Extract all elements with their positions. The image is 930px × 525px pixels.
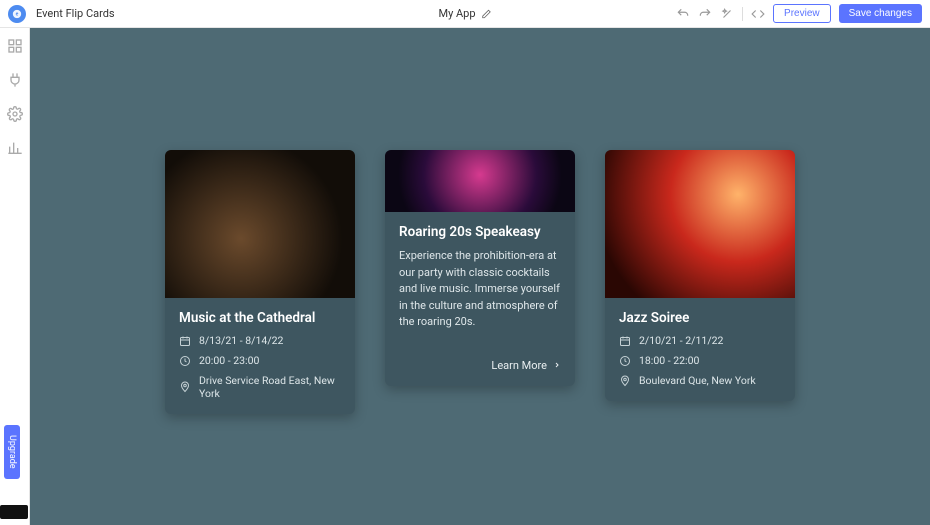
logo-icon: e (12, 9, 22, 19)
event-card[interactable]: Jazz Soiree 2/10/21 - 2/11/22 18:00 - 22… (605, 150, 795, 401)
app-name-container[interactable]: My App (438, 7, 491, 20)
card-body: Music at the Cathedral 8/13/21 - 8/14/22… (165, 298, 355, 414)
code-icon[interactable] (751, 7, 765, 21)
undo-icon[interactable] (676, 7, 690, 21)
card-title: Music at the Cathedral (179, 310, 341, 326)
chevron-right-icon (553, 361, 561, 369)
app-name: My App (438, 7, 475, 20)
card-title: Jazz Soiree (619, 310, 781, 326)
topbar: e Event Flip Cards My App Preview Save c… (0, 0, 930, 28)
topbar-actions: Preview Save changes (676, 4, 922, 23)
gear-icon[interactable] (7, 106, 23, 122)
preview-button[interactable]: Preview (773, 4, 831, 23)
svg-text:e: e (16, 11, 19, 17)
card-date-row: 8/13/21 - 8/14/22 (179, 334, 341, 347)
clock-icon (179, 355, 191, 367)
pencil-icon (482, 9, 492, 19)
card-time: 18:00 - 22:00 (639, 354, 699, 367)
learn-more-link[interactable]: Learn More (399, 359, 561, 372)
card-location: Drive Service Road East, New York (199, 374, 341, 400)
clock-icon (619, 355, 631, 367)
card-location-row: Boulevard Que, New York (619, 374, 781, 387)
card-body: Jazz Soiree 2/10/21 - 2/11/22 18:00 - 22… (605, 298, 795, 401)
card-time: 20:00 - 23:00 (199, 354, 259, 367)
analytics-icon[interactable] (7, 140, 23, 156)
card-date: 2/10/21 - 2/11/22 (639, 334, 723, 347)
upgrade-button[interactable]: Upgrade (4, 425, 20, 479)
card-date-row: 2/10/21 - 2/11/22 (619, 334, 781, 347)
card-location: Boulevard Que, New York (639, 374, 756, 387)
magic-icon[interactable] (720, 7, 734, 21)
card-time-row: 18:00 - 22:00 (619, 354, 781, 367)
calendar-icon (619, 335, 631, 347)
card-location-row: Drive Service Road East, New York (179, 374, 341, 400)
grid-icon[interactable] (7, 38, 23, 54)
card-title: Roaring 20s Speakeasy (399, 224, 561, 240)
redo-icon[interactable] (698, 7, 712, 21)
card-image (165, 150, 355, 298)
footer-badge (0, 505, 28, 519)
pin-icon (179, 381, 191, 393)
card-image (385, 150, 575, 212)
save-button[interactable]: Save changes (839, 4, 922, 23)
canvas: Music at the Cathedral 8/13/21 - 8/14/22… (30, 28, 930, 525)
card-date: 8/13/21 - 8/14/22 (199, 334, 283, 347)
event-card[interactable]: Roaring 20s Speakeasy Experience the pro… (385, 150, 575, 386)
learn-more-label: Learn More (491, 359, 547, 372)
card-image (605, 150, 795, 298)
app-logo: e (8, 5, 26, 23)
card-body: Roaring 20s Speakeasy Experience the pro… (385, 212, 575, 386)
page-title: Event Flip Cards (36, 7, 115, 20)
card-description: Experience the prohibition-era at our pa… (399, 248, 561, 331)
pin-icon (619, 375, 631, 387)
plug-icon[interactable] (7, 72, 23, 88)
card-time-row: 20:00 - 23:00 (179, 354, 341, 367)
calendar-icon (179, 335, 191, 347)
event-card[interactable]: Music at the Cathedral 8/13/21 - 8/14/22… (165, 150, 355, 414)
divider (742, 7, 743, 21)
